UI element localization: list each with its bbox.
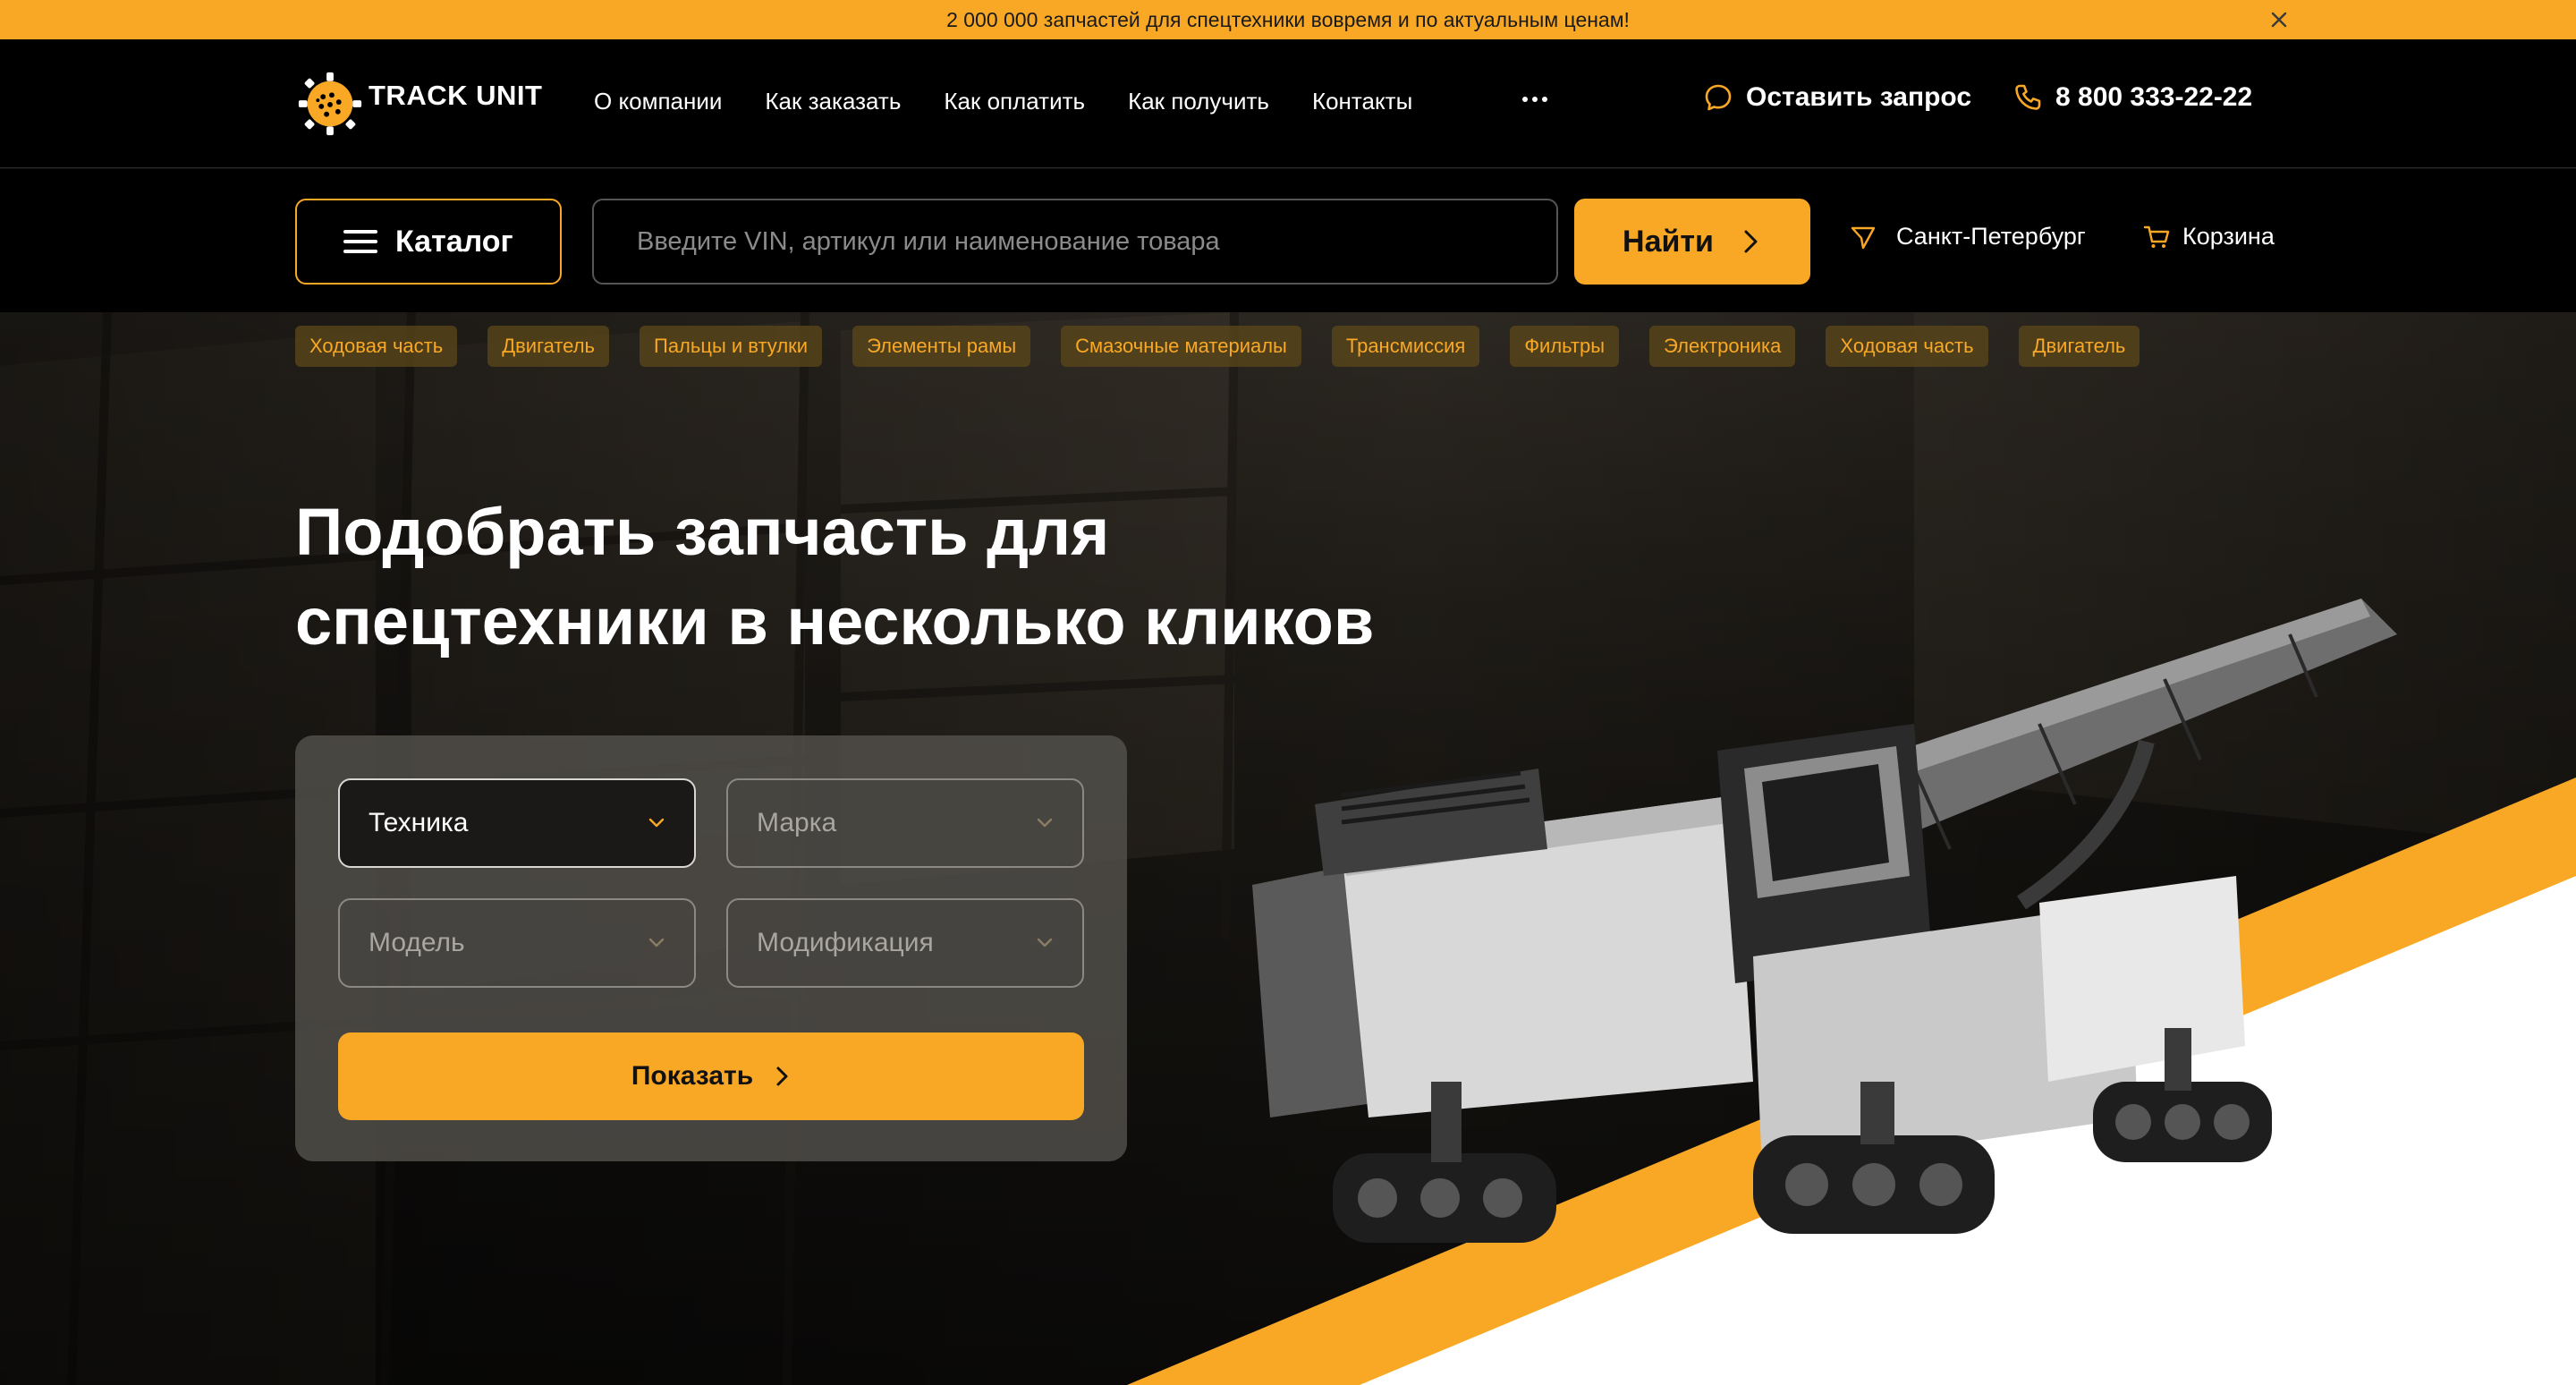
promo-text: 2 000 000 запчастей для спецтехники вовр…: [946, 7, 1630, 31]
cart-icon: [2143, 225, 2170, 248]
promo-bar: 2 000 000 запчастей для спецтехники вовр…: [0, 0, 2576, 39]
brand-value: Марка: [757, 808, 837, 837]
nav-about[interactable]: О компании: [594, 88, 722, 115]
chevron-down-icon: [1037, 818, 1053, 828]
nav-how-to-order[interactable]: Как заказать: [765, 88, 901, 115]
category-chips: Ходовая часть Двигатель Пальцы и втулки …: [295, 326, 2140, 367]
logo[interactable]: TRACK UNIT: [295, 66, 542, 141]
gear-logo-icon: [298, 72, 362, 136]
chat-bubble-icon: [1705, 84, 1732, 111]
menu-icon: [343, 230, 377, 253]
chip-electronics[interactable]: Электроника: [1649, 326, 1796, 367]
chevron-down-icon: [648, 818, 665, 828]
chip-engine-2[interactable]: Двигатель: [2018, 326, 2140, 367]
cold-milling-machine-image: [1252, 599, 2397, 1243]
hero-title-line-1: Подобрать запчасть для: [295, 495, 1110, 569]
hero-section: Ходовая часть Двигатель Пальцы и втулки …: [0, 312, 2576, 1385]
chip-lubricants[interactable]: Смазочные материалы: [1061, 326, 1301, 367]
catalog-button[interactable]: Каталог: [295, 199, 562, 285]
close-icon[interactable]: [2267, 7, 2292, 32]
brand-select[interactable]: Марка: [726, 778, 1084, 868]
search-input[interactable]: [592, 199, 1558, 285]
nav-how-to-pay[interactable]: Как оплатить: [944, 88, 1085, 115]
model-value: Модель: [369, 928, 465, 957]
search-row: Каталог Найти Санкт-Петербург Корзина: [0, 169, 2576, 312]
main-nav: О компании Как заказать Как оплатить Как…: [594, 88, 1412, 115]
chevron-right-icon: [776, 1066, 788, 1086]
cart-link[interactable]: Корзина: [2143, 223, 2275, 251]
chevron-down-icon: [1037, 938, 1053, 947]
find-button[interactable]: Найти: [1574, 199, 1810, 285]
chevron-right-icon: [1744, 230, 1758, 253]
request-button[interactable]: Оставить запрос: [1703, 82, 1971, 113]
equipment-value: Техника: [369, 808, 469, 837]
chip-filters[interactable]: Фильтры: [1510, 326, 1620, 367]
chip-engine[interactable]: Двигатель: [487, 326, 609, 367]
show-label: Показать: [631, 1061, 754, 1091]
chip-undercarriage[interactable]: Ходовая часть: [295, 326, 458, 367]
city-selector[interactable]: Санкт-Петербург: [1850, 223, 2086, 251]
logo-text: TRACK UNIT: [369, 80, 543, 111]
chevron-down-icon: [648, 938, 665, 947]
chip-frame-parts[interactable]: Элементы рамы: [852, 326, 1031, 367]
chip-undercarriage-2[interactable]: Ходовая часть: [1826, 326, 1988, 367]
cart-label: Корзина: [2182, 223, 2275, 250]
phone-link[interactable]: 8 800 333-22-22: [2012, 82, 2252, 113]
chip-transmission[interactable]: Трансмиссия: [1331, 326, 1480, 367]
nav-contacts[interactable]: Контакты: [1312, 88, 1412, 115]
find-label: Найти: [1623, 224, 1714, 259]
more-dots-icon[interactable]: [1517, 86, 1553, 113]
nav-how-to-receive[interactable]: Как получить: [1128, 88, 1269, 115]
modification-value: Модификация: [757, 928, 934, 957]
city-label: Санкт-Петербург: [1896, 223, 2086, 250]
phone-number: 8 800 333-22-22: [2055, 82, 2253, 112]
equipment-select[interactable]: Техника: [338, 778, 696, 868]
location-arrow-icon: [1851, 226, 1876, 249]
phone-icon: [2015, 84, 2041, 110]
parts-filter-panel: Техника Марка Модель Модификация Показат…: [295, 735, 1127, 1161]
site-header: TRACK UNIT О компании Как заказать Как о…: [0, 39, 2576, 168]
request-label: Оставить запрос: [1746, 82, 1972, 112]
catalog-label: Каталог: [395, 224, 513, 259]
chip-pins-bushings[interactable]: Пальцы и втулки: [640, 326, 823, 367]
model-select[interactable]: Модель: [338, 898, 696, 988]
show-button[interactable]: Показать: [338, 1032, 1084, 1120]
modification-select[interactable]: Модификация: [726, 898, 1084, 988]
